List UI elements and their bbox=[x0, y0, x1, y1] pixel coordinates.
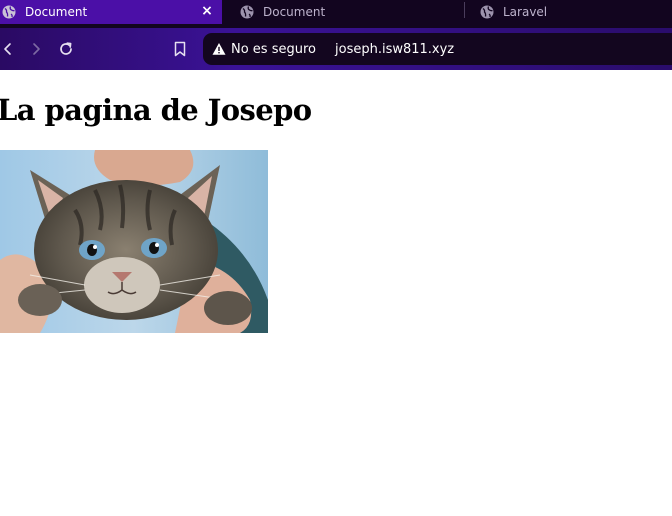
close-tab-icon[interactable]: × bbox=[200, 4, 214, 18]
chevron-right-icon bbox=[33, 43, 40, 55]
reload-icon bbox=[60, 42, 72, 55]
tab-document-active[interactable]: Document × bbox=[0, 0, 222, 24]
tab-laravel[interactable]: Laravel bbox=[478, 0, 672, 24]
security-status-label[interactable]: No es seguro bbox=[231, 42, 316, 57]
globe-icon bbox=[480, 5, 494, 19]
forward-button[interactable] bbox=[25, 38, 47, 60]
tab-separator bbox=[464, 2, 465, 18]
bookmark-icon bbox=[174, 41, 186, 57]
globe-icon bbox=[2, 5, 16, 19]
globe-icon bbox=[240, 5, 254, 19]
reload-button[interactable] bbox=[55, 38, 77, 60]
kitten-photo bbox=[0, 150, 268, 333]
tab-title: Document bbox=[263, 5, 326, 19]
page-heading: La pagina de Josepo bbox=[0, 93, 312, 127]
warning-icon bbox=[212, 43, 226, 55]
back-button[interactable] bbox=[0, 38, 19, 60]
tab-title: Document bbox=[25, 5, 88, 19]
tab-title: Laravel bbox=[503, 5, 548, 19]
address-bar[interactable]: No es seguro joseph.isw811.xyz bbox=[203, 33, 672, 65]
url-text[interactable]: joseph.isw811.xyz bbox=[335, 42, 454, 57]
bookmark-button[interactable] bbox=[169, 38, 191, 60]
tab-strip: Document × Document Laravel bbox=[0, 0, 672, 28]
tab-document[interactable]: Document bbox=[238, 0, 458, 24]
chevron-left-icon bbox=[4, 43, 11, 55]
browser-toolbar: No es seguro joseph.isw811.xyz bbox=[0, 28, 672, 70]
